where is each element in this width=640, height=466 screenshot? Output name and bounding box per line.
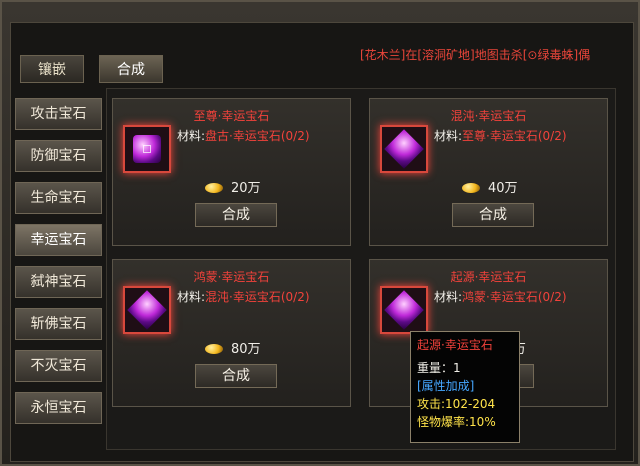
notice-text: [花木兰]在[溶洞矿地]地图击杀[⊙绿毒蛛]偶: [360, 48, 591, 62]
gold-ingot-icon: [205, 183, 223, 193]
recipe-card-supreme: 至尊·幸运宝石 材料:盘古·幸运宝石(0/2) 20万 合成: [112, 98, 351, 246]
combine-button[interactable]: 合成: [195, 203, 277, 227]
gem-icon: [384, 129, 424, 169]
sidebar-item-buddha[interactable]: 斩佛宝石: [15, 308, 102, 340]
sidebar-item-life[interactable]: 生命宝石: [15, 182, 102, 214]
price-text: 40万: [462, 177, 518, 196]
sidebar-item-eternal[interactable]: 永恒宝石: [15, 392, 102, 424]
combine-button[interactable]: 合成: [195, 364, 277, 388]
tooltip-title: 起源·幸运宝石: [417, 338, 493, 352]
material-text: 材料:盘古·幸运宝石(0/2): [177, 129, 310, 143]
tooltip-attack: 攻击:102-204: [417, 397, 496, 411]
card-title: 起源·幸运宝石: [450, 270, 527, 284]
gold-ingot-icon: [205, 344, 223, 354]
material-text: 材料:混沌·幸运宝石(0/2): [177, 290, 310, 304]
combine-button[interactable]: 合成: [452, 203, 534, 227]
tab-inlay[interactable]: 镶嵌: [20, 55, 84, 83]
card-title: 鸿蒙·幸运宝石: [193, 270, 270, 284]
price-text: 80万: [205, 338, 261, 357]
sidebar-item-godslayer[interactable]: 弑神宝石: [15, 266, 102, 298]
gem-icon: [384, 290, 424, 330]
gem-slot[interactable]: [123, 286, 171, 334]
gem-slot[interactable]: [380, 125, 428, 173]
gem-slot[interactable]: [380, 286, 428, 334]
material-text: 材料:鸿蒙·幸运宝石(0/2): [434, 290, 567, 304]
gem-slot[interactable]: [123, 125, 171, 173]
sidebar-item-immortal[interactable]: 不灭宝石: [15, 350, 102, 382]
tooltip-attr-header: [属性加成]: [417, 379, 475, 393]
tooltip-weight: 重量：1: [417, 361, 461, 375]
item-tooltip: 起源·幸运宝石 重量：1 [属性加成] 攻击:102-204 怪物爆率:10%: [410, 331, 520, 443]
price-text: 20万: [205, 177, 261, 196]
tooltip-drop-rate: 怪物爆率:10%: [417, 415, 496, 429]
sidebar-item-defense[interactable]: 防御宝石: [15, 140, 102, 172]
card-title: 混沌·幸运宝石: [450, 109, 527, 123]
sidebar-item-luck[interactable]: 幸运宝石: [15, 224, 102, 256]
tab-combine[interactable]: 合成: [99, 55, 163, 83]
sidebar-item-attack[interactable]: 攻击宝石: [15, 98, 102, 130]
gem-mark-icon: [143, 145, 151, 153]
gem-icon: [133, 135, 161, 163]
material-text: 材料:至尊·幸运宝石(0/2): [434, 129, 567, 143]
gem-icon: [127, 290, 167, 330]
card-title: 至尊·幸运宝石: [193, 109, 270, 123]
recipe-card-chaos: 混沌·幸运宝石 材料:至尊·幸运宝石(0/2) 40万 合成: [369, 98, 608, 246]
gold-ingot-icon: [462, 183, 480, 193]
recipe-card-hongmeng: 鸿蒙·幸运宝石 材料:混沌·幸运宝石(0/2) 80万 合成: [112, 259, 351, 407]
